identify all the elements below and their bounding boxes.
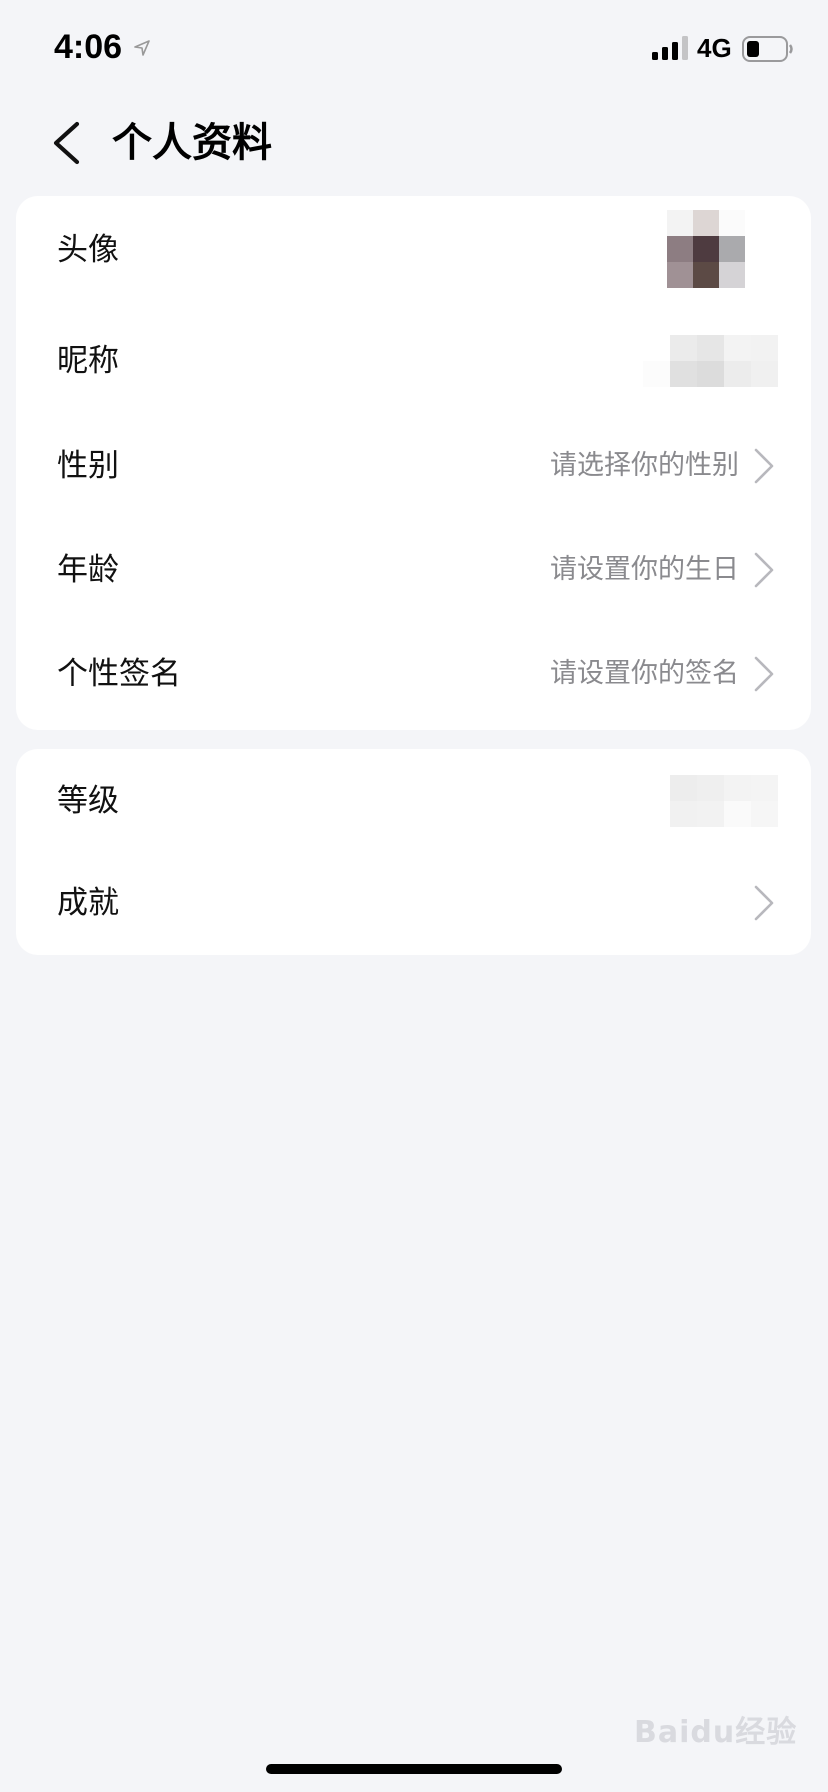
baidu-jingyan-watermark: Baidu经验 — [634, 1715, 798, 1750]
location-arrow-icon — [134, 40, 150, 56]
level-value-redacted — [643, 775, 781, 827]
back-button[interactable] — [36, 110, 96, 176]
signature-value: 请设置你的签名 — [550, 658, 739, 689]
level-row[interactable]: 等级 — [16, 749, 811, 853]
status-bar: 4:06 4G — [0, 0, 828, 100]
achievement-label: 成就 — [57, 885, 119, 921]
gender-row[interactable]: 性别 请选择你的性别 — [16, 414, 811, 518]
battery-icon — [742, 36, 794, 62]
avatar[interactable] — [641, 210, 781, 290]
age-value: 请设置你的生日 — [550, 554, 739, 585]
gender-label: 性别 — [57, 448, 119, 484]
achievement-row[interactable]: 成就 — [16, 851, 811, 955]
page-title: 个人资料 — [112, 120, 272, 166]
home-indicator[interactable] — [266, 1764, 562, 1774]
avatar-row[interactable]: 头像 — [16, 198, 811, 302]
nickname-value-redacted — [643, 335, 781, 387]
chevron-right-icon — [753, 655, 775, 693]
network-type-label: 4G — [697, 33, 732, 63]
age-label: 年龄 — [57, 552, 119, 588]
navigation-bar: 个人资料 — [0, 100, 828, 196]
chevron-right-icon — [753, 551, 775, 589]
chevron-right-icon — [753, 884, 775, 922]
nickname-row[interactable]: 昵称 — [16, 309, 811, 413]
gender-value: 请选择你的性别 — [550, 450, 739, 481]
nickname-label: 昵称 — [57, 343, 119, 379]
chevron-right-icon — [753, 447, 775, 485]
level-label: 等级 — [57, 783, 119, 819]
status-time: 4:06 — [54, 28, 123, 66]
cellular-signal-icon — [652, 36, 690, 60]
avatar-label: 头像 — [57, 232, 119, 268]
chevron-left-icon — [53, 121, 80, 165]
age-row[interactable]: 年龄 请设置你的生日 — [16, 518, 811, 622]
level-achievement-card: 等级 成就 — [16, 749, 811, 955]
profile-info-card: 头像 昵称 性别 请选择你的性别 年龄 请设置你的生日 个性签名 请设置你的签名 — [16, 196, 811, 730]
signature-row[interactable]: 个性签名 请设置你的签名 — [16, 622, 811, 726]
signature-label: 个性签名 — [57, 656, 181, 692]
